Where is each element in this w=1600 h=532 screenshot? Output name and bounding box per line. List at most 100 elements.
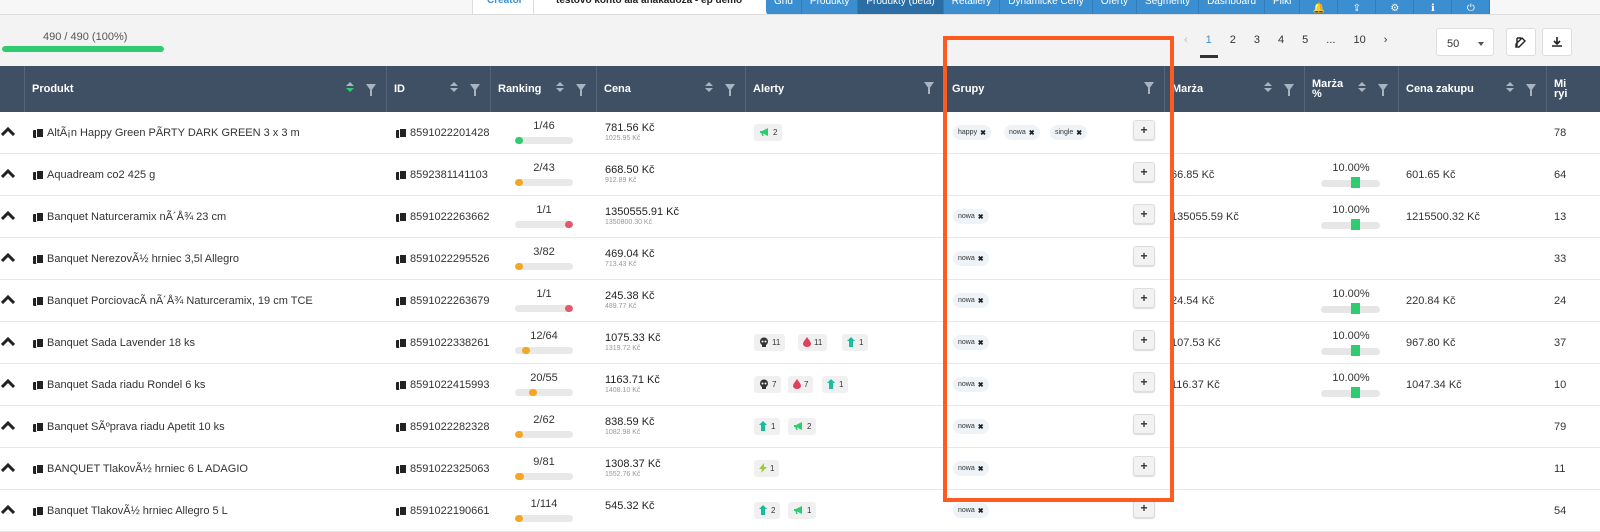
header-produkt[interactable]: Produkt <box>24 66 386 112</box>
alert-badge[interactable]: 11 <box>754 334 786 351</box>
filter-icon[interactable] <box>1144 82 1154 94</box>
copy-icon[interactable] <box>396 505 407 516</box>
group-tag[interactable]: nowa ✖ <box>953 503 989 518</box>
sort-icon[interactable] <box>705 82 713 92</box>
pagination-page[interactable]: 5 <box>1293 34 1317 46</box>
copy-icon[interactable] <box>33 421 44 432</box>
copy-icon[interactable] <box>396 421 407 432</box>
copy-icon[interactable] <box>396 295 407 306</box>
filter-icon[interactable] <box>366 83 376 96</box>
expand-icon[interactable] <box>0 504 16 515</box>
group-tag[interactable]: nowa ✖ <box>953 419 989 434</box>
add-group-button[interactable]: + <box>1133 498 1155 518</box>
add-group-button[interactable]: + <box>1133 246 1155 266</box>
copy-icon[interactable] <box>396 127 407 138</box>
remove-tag-icon[interactable]: ✖ <box>978 423 984 431</box>
product-name[interactable]: Banquet SÃºprava riadu Apetit 10 ks <box>47 421 225 433</box>
pagination-page[interactable]: 1 <box>1197 34 1221 58</box>
power-button[interactable]: ⏻ <box>1452 0 1491 14</box>
pagination-next[interactable]: › <box>1375 34 1397 46</box>
per-page-select[interactable]: 50 <box>1436 28 1494 56</box>
header-marza[interactable]: Marża <box>1164 66 1304 112</box>
alert-badge[interactable]: 1 <box>788 502 817 519</box>
sort-icon[interactable] <box>556 82 564 92</box>
group-tag[interactable]: single ✖ <box>1050 125 1088 140</box>
product-name[interactable]: Banquet Sada Lavender 18 ks <box>47 337 195 349</box>
copy-icon[interactable] <box>396 211 407 222</box>
group-tag[interactable]: nowa ✖ <box>953 251 989 266</box>
product-name[interactable]: Aquadream co2 425 g <box>47 169 155 181</box>
sort-icon[interactable] <box>1264 82 1272 92</box>
remove-tag-icon[interactable]: ✖ <box>978 465 984 473</box>
info-button[interactable]: ℹ <box>1414 0 1453 14</box>
product-name[interactable]: Banquet TlakovÃ½ hrniec Allegro 5 L <box>47 505 228 517</box>
remove-tag-icon[interactable]: ✖ <box>978 339 984 347</box>
add-group-button[interactable]: + <box>1133 456 1155 476</box>
sort-icon[interactable] <box>450 82 458 92</box>
copy-icon[interactable] <box>396 253 407 264</box>
nav-item-5[interactable]: Oferty <box>1093 0 1138 14</box>
expand-icon[interactable] <box>0 168 16 179</box>
group-tag[interactable]: nowa ✖ <box>1004 125 1040 140</box>
alert-badge[interactable]: 1 <box>842 334 869 351</box>
group-tag[interactable]: nowa ✖ <box>953 335 989 350</box>
edit-button[interactable] <box>1506 28 1536 56</box>
filter-icon[interactable] <box>576 83 586 96</box>
header-marza-pct[interactable]: Marża% <box>1304 66 1398 112</box>
alert-badge[interactable]: 1 <box>754 460 780 477</box>
table-row[interactable]: AltÃ¡n Happy Green PÃRTY DARK GREEN 3 x … <box>0 112 1600 154</box>
expand-icon[interactable] <box>0 420 16 431</box>
product-name[interactable]: Banquet Naturceramix nÃ´Å¾ 23 cm <box>47 211 226 223</box>
alert-badge[interactable]: 2 <box>754 124 783 141</box>
sort-icon[interactable] <box>1358 82 1366 92</box>
filter-icon[interactable] <box>725 83 735 96</box>
add-group-button[interactable]: + <box>1133 162 1155 182</box>
nav-item-0[interactable]: Grid <box>766 0 802 14</box>
expand-icon[interactable] <box>0 252 16 263</box>
remove-tag-icon[interactable]: ✖ <box>1029 129 1035 137</box>
remove-tag-icon[interactable]: ✖ <box>978 213 984 221</box>
alert-badge[interactable]: 7 <box>788 376 814 393</box>
upload-button[interactable]: ⇪ <box>1338 0 1377 14</box>
remove-tag-icon[interactable]: ✖ <box>978 297 984 305</box>
alert-badge[interactable]: 1 <box>754 418 781 435</box>
remove-tag-icon[interactable]: ✖ <box>978 255 984 263</box>
settings-button[interactable]: ⚙ <box>1376 0 1415 14</box>
nav-item-8[interactable]: Pliki <box>1265 0 1301 14</box>
pagination-page[interactable]: 3 <box>1245 34 1269 46</box>
table-row[interactable]: Banquet Sada Lavender 18 ks 8591022338261… <box>0 322 1600 364</box>
expand-icon[interactable] <box>0 126 16 137</box>
nav-item-3[interactable]: Retailery <box>944 0 1001 14</box>
pagination-page[interactable]: 2 <box>1221 34 1245 46</box>
copy-icon[interactable] <box>396 463 407 474</box>
product-name[interactable]: Banquet NerezovÃ½ hrniec 3,5l Allegro <box>47 253 239 265</box>
alert-badge[interactable]: 1 <box>822 376 849 393</box>
nav-item-7[interactable]: Dashboard <box>1199 0 1265 14</box>
bell-button[interactable]: 🔔 <box>1300 0 1339 14</box>
copy-icon[interactable] <box>396 169 407 180</box>
product-name[interactable]: BANQUET TlakovÃ½ hrniec 6 L ADAGIO <box>47 463 248 475</box>
expand-icon[interactable] <box>0 378 16 389</box>
group-tag[interactable]: nowa ✖ <box>953 461 989 476</box>
filter-icon[interactable] <box>1378 83 1388 96</box>
add-group-button[interactable]: + <box>1133 288 1155 308</box>
group-tag[interactable]: nowa ✖ <box>953 209 989 224</box>
alert-badge[interactable]: 7 <box>754 376 782 393</box>
copy-icon[interactable] <box>33 211 44 222</box>
copy-icon[interactable] <box>396 379 407 390</box>
sort-icon[interactable] <box>1506 82 1514 92</box>
pagination-prev[interactable]: ‹ <box>1175 34 1197 46</box>
header-ranking[interactable]: Ranking <box>490 66 596 112</box>
group-tag[interactable]: happy ✖ <box>953 125 991 140</box>
copy-icon[interactable] <box>396 337 407 348</box>
add-group-button[interactable]: + <box>1133 120 1155 140</box>
add-group-button[interactable]: + <box>1133 372 1155 392</box>
download-button[interactable] <box>1542 28 1572 56</box>
header-min[interactable]: Mi ryi <box>1546 66 1600 112</box>
pagination-page[interactable]: 10 <box>1344 34 1374 46</box>
add-group-button[interactable]: + <box>1133 330 1155 350</box>
filter-icon[interactable] <box>1526 83 1536 96</box>
table-row[interactable]: Aquadream co2 425 g 8592381141103 2/43 668.… <box>0 154 1600 196</box>
product-name[interactable]: Banquet Sada riadu Rondel 6 ks <box>47 379 205 391</box>
copy-icon[interactable] <box>33 169 44 180</box>
